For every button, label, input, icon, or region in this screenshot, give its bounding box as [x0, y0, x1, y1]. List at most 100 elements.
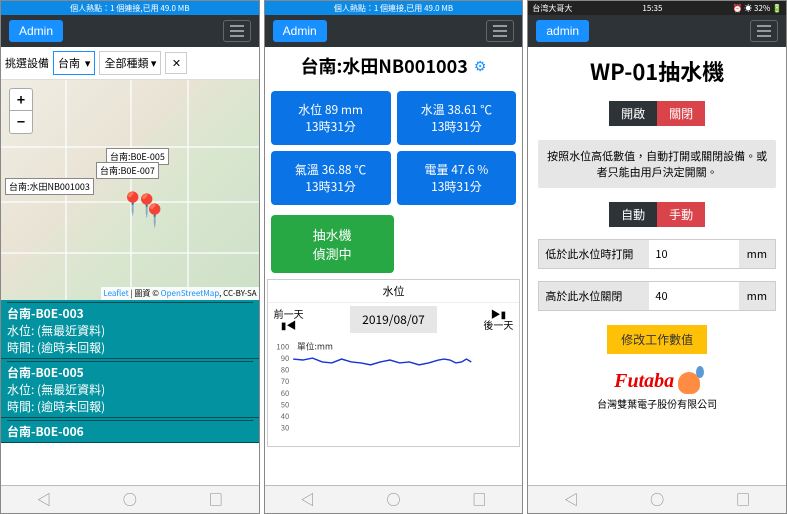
threshold-low-row: 低於此水位時打開 10 mm	[538, 239, 776, 269]
metric-card-air-temp[interactable]: 氣溫 36.88 ℃13時31分	[271, 151, 391, 205]
list-item[interactable]: 台南-B0E-005 水位: (無最近資料) 時間: (逾時未回報)	[1, 359, 259, 418]
filter-bar: 挑選設備 台南 ▾ 全部種類 ▾ ✕	[1, 47, 259, 80]
clear-button[interactable]: ✕	[165, 52, 187, 74]
threshold-low-input[interactable]: 10	[649, 240, 738, 268]
type-select[interactable]: 全部種類 ▾	[99, 51, 161, 75]
threshold-high-input[interactable]: 40	[649, 282, 738, 310]
zoom-in-button[interactable]: +	[10, 89, 32, 111]
threshold-label: 高於此水位關閉	[539, 282, 649, 310]
app-header: Admin	[265, 15, 523, 47]
nav-softkeys: ◁ ○ □	[1, 485, 259, 513]
metric-card-water-level[interactable]: 水位 89 mm13時31分	[271, 91, 391, 145]
list-item[interactable]: 台南-B0E-006	[1, 418, 259, 443]
threshold-label: 低於此水位時打開	[539, 240, 649, 268]
threshold-high-row: 高於此水位關閉 40 mm	[538, 281, 776, 311]
back-icon[interactable]: ◁	[564, 490, 578, 510]
map[interactable]: + − 台南:B0E-005 台南:B0E-007 台南:水田NB001003 …	[1, 80, 259, 300]
mode-toggle: 自動 手動	[528, 202, 786, 227]
map-attribution: Leaflet | 圖資 © OpenStreetMap, CC-BY-SA	[101, 287, 258, 300]
on-button[interactable]: 開啟	[609, 101, 657, 126]
list-item-title: 台南-B0E-005	[7, 361, 253, 381]
region-select[interactable]: 台南 ▾	[53, 51, 95, 75]
off-button[interactable]: 關閉	[657, 101, 705, 126]
back-icon[interactable]: ◁	[301, 490, 315, 510]
recent-icon[interactable]: □	[472, 490, 486, 510]
list-item[interactable]: 台南-B0E-003 水位: (無最近資料) 時間: (逾時未回報)	[1, 300, 259, 359]
app-header: admin	[528, 15, 786, 47]
marker-label[interactable]: 台南:水田NB001003	[5, 178, 94, 195]
date-display[interactable]: 2019/08/07	[350, 306, 437, 333]
device-title: 台南:水田NB001003	[301, 53, 468, 79]
list-item-water: 水位: (無最近資料)	[7, 381, 253, 398]
back-icon[interactable]: ◁	[37, 490, 51, 510]
manual-button[interactable]: 手動	[657, 202, 705, 227]
svg-text:70: 70	[280, 376, 289, 387]
chart-unit-label: 單位:mm	[297, 339, 333, 352]
mascot-icon	[678, 372, 700, 394]
marker-label[interactable]: 台南:B0E-007	[96, 162, 159, 179]
chart-panel: 水位 前一天▮◀ 2019/08/07 ▶▮後一天 1009080 706050…	[267, 279, 521, 447]
content: 台南:水田NB001003 ⚙ 水位 89 mm13時31分 水溫 38.61 …	[265, 47, 523, 485]
gear-icon[interactable]: ⚙	[474, 56, 487, 76]
app-header: Admin	[1, 15, 259, 47]
pump-status-button[interactable]: 抽水機偵測中	[271, 215, 394, 273]
svg-text:80: 80	[280, 365, 289, 376]
nav-softkeys: ◁ ○ □	[265, 485, 523, 513]
chart-title: 水位	[268, 280, 520, 303]
phone-screen-3: 台湾大哥大 15:35 ⏰ ☀ 32% 🔋 admin WP-01抽水機 開啟 …	[527, 0, 787, 514]
leaflet-link[interactable]: Leaflet	[103, 288, 128, 299]
unit-label: mm	[739, 240, 775, 268]
home-icon[interactable]: ○	[387, 490, 401, 510]
filter-label: 挑選設備	[5, 55, 49, 71]
power-toggle: 開啟 關閉	[528, 101, 786, 126]
list-item-time: 時間: (逾時未回報)	[7, 398, 253, 415]
page-title: WP-01抽水機	[528, 47, 786, 95]
content: 挑選設備 台南 ▾ 全部種類 ▾ ✕ + − 台南:B0E-005 台南:B0E…	[1, 47, 259, 485]
content: WP-01抽水機 開啟 關閉 按照水位高低數值，自動打開或關閉設備。或者只能由用…	[528, 47, 786, 485]
list-item-time: 時間: (逾時未回報)	[7, 339, 253, 356]
prev-day-button[interactable]: 前一天▮◀	[274, 309, 304, 330]
zoom-out-button[interactable]: −	[10, 111, 32, 133]
metrics-grid: 水位 89 mm13時31分 水溫 38.61 ℃13時31分 氣溫 36.88…	[265, 85, 523, 211]
line-chart: 1009080 706050 4030 單位:mm	[268, 336, 520, 446]
zoom-control: + −	[9, 88, 33, 134]
menu-icon[interactable]	[486, 20, 514, 42]
status-bar: 台湾大哥大 15:35 ⏰ ☀ 32% 🔋	[528, 1, 786, 15]
list-item-water: 水位: (無最近資料)	[7, 322, 253, 339]
phone-screen-2: 個人熱點：1 個連接,已用 49.0 MB Admin 台南:水田NB00100…	[264, 0, 524, 514]
admin-button[interactable]: admin	[536, 20, 589, 42]
svg-text:100: 100	[276, 341, 289, 352]
home-icon[interactable]: ○	[123, 490, 137, 510]
recent-icon[interactable]: □	[736, 490, 750, 510]
status-bar: 個人熱點：1 個連接,已用 49.0 MB	[265, 1, 523, 15]
footer-logo: Futaba 台灣雙葉電子股份有限公司	[528, 368, 786, 411]
status-bar: 個人熱點：1 個連接,已用 49.0 MB	[1, 1, 259, 15]
auto-button[interactable]: 自動	[609, 202, 657, 227]
brand-name: Futaba	[614, 370, 674, 392]
list-item-title: 台南-B0E-006	[7, 420, 253, 440]
svg-text:40: 40	[280, 411, 289, 422]
description: 按照水位高低數值，自動打開或關閉設備。或者只能由用戶決定開關。	[538, 140, 776, 188]
menu-icon[interactable]	[750, 20, 778, 42]
svg-text:50: 50	[280, 399, 289, 410]
list-item-title: 台南-B0E-003	[7, 302, 253, 322]
device-list: 台南-B0E-003 水位: (無最近資料) 時間: (逾時未回報) 台南-B0…	[1, 300, 259, 443]
svg-text:90: 90	[280, 353, 289, 364]
nav-softkeys: ◁ ○ □	[528, 485, 786, 513]
osm-link[interactable]: OpenStreetMap	[161, 288, 219, 299]
home-icon[interactable]: ○	[650, 490, 664, 510]
svg-text:60: 60	[280, 388, 289, 399]
admin-button[interactable]: Admin	[273, 20, 327, 42]
map-marker-icon[interactable]: 📍	[141, 198, 168, 230]
metric-card-battery[interactable]: 電量 47.6 %13時31分	[397, 151, 517, 205]
menu-icon[interactable]	[223, 20, 251, 42]
recent-icon[interactable]: □	[209, 490, 223, 510]
next-day-button[interactable]: ▶▮後一天	[483, 309, 513, 330]
unit-label: mm	[739, 282, 775, 310]
metric-card-water-temp[interactable]: 水溫 38.61 ℃13時31分	[397, 91, 517, 145]
modify-button[interactable]: 修改工作數值	[607, 325, 707, 354]
company-name: 台灣雙葉電子股份有限公司	[528, 396, 786, 411]
phone-screen-1: 個人熱點：1 個連接,已用 49.0 MB Admin 挑選設備 台南 ▾ 全部…	[0, 0, 260, 514]
svg-text:30: 30	[280, 423, 289, 434]
admin-button[interactable]: Admin	[9, 20, 63, 42]
